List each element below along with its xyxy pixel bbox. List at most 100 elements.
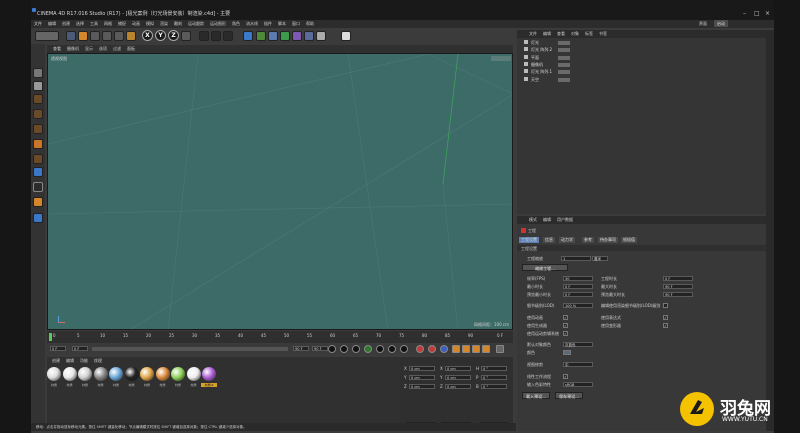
undo-icon[interactable] bbox=[35, 31, 59, 41]
object-tags-icon[interactable] bbox=[558, 62, 570, 67]
coordinate-field[interactable]: 0 cm bbox=[409, 384, 435, 389]
menu-create[interactable]: 创建 bbox=[62, 20, 70, 28]
key-position-icon[interactable] bbox=[452, 345, 460, 353]
minimize-button[interactable]: – bbox=[743, 10, 746, 17]
scale-project-button[interactable]: 缩放工程... bbox=[522, 264, 568, 271]
z-axis-lock-button[interactable]: Z bbox=[168, 30, 179, 41]
points-mode-icon[interactable] bbox=[33, 109, 43, 119]
timeline-ruler[interactable]: 0 5 10 15 20 25 30 35 40 45 50 55 60 65 … bbox=[47, 331, 513, 343]
object-row[interactable]: 灯光 阵列.1 bbox=[524, 69, 760, 75]
render-picture-viewer-icon[interactable] bbox=[211, 31, 221, 41]
preview-max-field[interactable]: 90 F bbox=[663, 292, 693, 297]
view-clipping-select[interactable]: 中 bbox=[563, 362, 593, 367]
right-tab-strip[interactable] bbox=[766, 30, 774, 431]
object-tags-icon[interactable] bbox=[558, 41, 570, 45]
material-menu-function[interactable]: 功能 bbox=[80, 358, 88, 363]
record-key-button[interactable] bbox=[416, 345, 424, 353]
rotate-icon[interactable] bbox=[102, 31, 112, 41]
render-view-icon[interactable] bbox=[199, 31, 209, 41]
object-tags-icon[interactable] bbox=[558, 77, 570, 82]
end-frame-field[interactable]: 90 F bbox=[293, 346, 309, 351]
material-ball[interactable] bbox=[140, 367, 154, 381]
use-animation-checkbox[interactable]: ✓ bbox=[563, 315, 568, 320]
subdivision-icon[interactable] bbox=[268, 31, 278, 41]
prev-key-button[interactable] bbox=[340, 345, 348, 353]
object-menu-file[interactable]: 文件 bbox=[529, 30, 537, 38]
light-icon[interactable] bbox=[341, 31, 351, 41]
uv-mode-icon[interactable] bbox=[33, 154, 43, 164]
viewport-nav-icons[interactable] bbox=[491, 56, 511, 61]
cube-icon[interactable] bbox=[243, 31, 253, 41]
default-color-select[interactable]: 灰蓝色 bbox=[563, 342, 593, 347]
select-icon[interactable] bbox=[66, 31, 76, 41]
menu-script[interactable]: 脚本 bbox=[278, 20, 286, 28]
viewport-menu-filter[interactable]: 过滤 bbox=[113, 45, 121, 53]
preview-min-field[interactable]: 0 F bbox=[563, 292, 593, 297]
key-param-icon[interactable] bbox=[482, 345, 490, 353]
object-tags-icon[interactable] bbox=[558, 55, 570, 60]
object-menu-bookmarks[interactable]: 书签 bbox=[599, 30, 607, 38]
autokey-button[interactable] bbox=[428, 345, 436, 353]
menu-snap[interactable]: 捕捉 bbox=[118, 20, 126, 28]
menu-help[interactable]: 帮助 bbox=[306, 20, 314, 28]
viewport-menu-view[interactable]: 查看 bbox=[53, 45, 61, 53]
attr-menu-userdata[interactable]: 用户数据 bbox=[557, 216, 573, 224]
input-color-select[interactable]: sRGB bbox=[563, 382, 593, 387]
make-editable-icon[interactable] bbox=[33, 68, 43, 78]
menu-edit[interactable]: 编辑 bbox=[48, 20, 56, 28]
fps-field[interactable]: 30 bbox=[563, 276, 593, 281]
lod-field[interactable]: 100 % bbox=[563, 303, 593, 308]
prev-frame-button[interactable] bbox=[352, 345, 360, 353]
workplane-icon[interactable] bbox=[33, 167, 43, 177]
coordinate-field[interactable]: 0 cm bbox=[409, 375, 435, 380]
menu-file[interactable]: 文件 bbox=[34, 20, 42, 28]
start-frame-field[interactable]: 0 F bbox=[50, 346, 66, 351]
next-key-button[interactable] bbox=[388, 345, 396, 353]
menu-plugins[interactable]: 插件 bbox=[264, 20, 272, 28]
material-ball[interactable] bbox=[202, 367, 216, 381]
menu-animate[interactable]: 动画 bbox=[132, 20, 140, 28]
tab-dynamics[interactable]: 动力学 bbox=[559, 237, 575, 243]
menu-pipeline[interactable]: 流水线 bbox=[246, 20, 258, 28]
menu-select[interactable]: 选择 bbox=[76, 20, 84, 28]
coordinate-field[interactable]: 0 ° bbox=[481, 375, 507, 380]
max-time-field[interactable]: 90 F bbox=[663, 284, 693, 289]
next-frame-button[interactable] bbox=[376, 345, 384, 353]
object-row[interactable]: 天空 bbox=[524, 76, 760, 83]
lock-workplane-icon[interactable] bbox=[33, 213, 43, 223]
viewport-menu-cameras[interactable]: 摄像机 bbox=[67, 45, 79, 53]
x-axis-lock-button[interactable]: X bbox=[142, 30, 153, 41]
coordinate-field[interactable]: 0 ° bbox=[481, 366, 507, 371]
object-tags-icon[interactable] bbox=[558, 70, 570, 75]
keyframe-selection-button[interactable] bbox=[440, 345, 448, 353]
texture-mode-icon[interactable] bbox=[33, 94, 43, 104]
menu-motion-tracking[interactable]: 运动跟踪 bbox=[188, 20, 204, 28]
perspective-viewport[interactable]: 透视视图 网格间距：100 cm bbox=[47, 53, 513, 330]
object-menu-tags[interactable]: 标签 bbox=[585, 30, 593, 38]
material-ball[interactable] bbox=[171, 367, 185, 381]
tab-reference[interactable]: 参考 bbox=[582, 237, 594, 243]
object-row[interactable]: 摄像机 bbox=[524, 61, 760, 68]
attr-menu-edit[interactable]: 编辑 bbox=[543, 216, 551, 224]
object-menu-view[interactable]: 查看 bbox=[557, 30, 565, 38]
menu-mesh[interactable]: 网格 bbox=[104, 20, 112, 28]
preview-end-field[interactable]: 90 F bbox=[312, 346, 328, 351]
coordinate-system-icon[interactable] bbox=[181, 31, 191, 41]
render-settings-icon[interactable] bbox=[223, 31, 233, 41]
layout-select[interactable]: 启动 bbox=[714, 20, 728, 27]
coordinate-field[interactable]: 0 cm bbox=[445, 375, 471, 380]
viewport-menu-options[interactable]: 选项 bbox=[99, 45, 107, 53]
min-time-field[interactable]: 0 F bbox=[563, 284, 593, 289]
object-row[interactable]: 平面 bbox=[524, 54, 760, 61]
material-ball[interactable] bbox=[124, 367, 139, 381]
frame-slider[interactable] bbox=[92, 347, 288, 351]
object-menu-edit[interactable]: 编辑 bbox=[543, 30, 551, 38]
project-scale-field[interactable]: 1 bbox=[561, 256, 591, 261]
close-button[interactable]: × bbox=[765, 10, 770, 17]
menu-character[interactable]: 角色 bbox=[232, 20, 240, 28]
object-tags-icon[interactable] bbox=[558, 48, 570, 53]
tab-info[interactable]: 信息 bbox=[543, 237, 555, 243]
polygons-mode-icon[interactable] bbox=[33, 139, 43, 149]
use-deformers-checkbox[interactable]: ✓ bbox=[663, 323, 668, 328]
object-menu-objects[interactable]: 对象 bbox=[571, 30, 579, 38]
